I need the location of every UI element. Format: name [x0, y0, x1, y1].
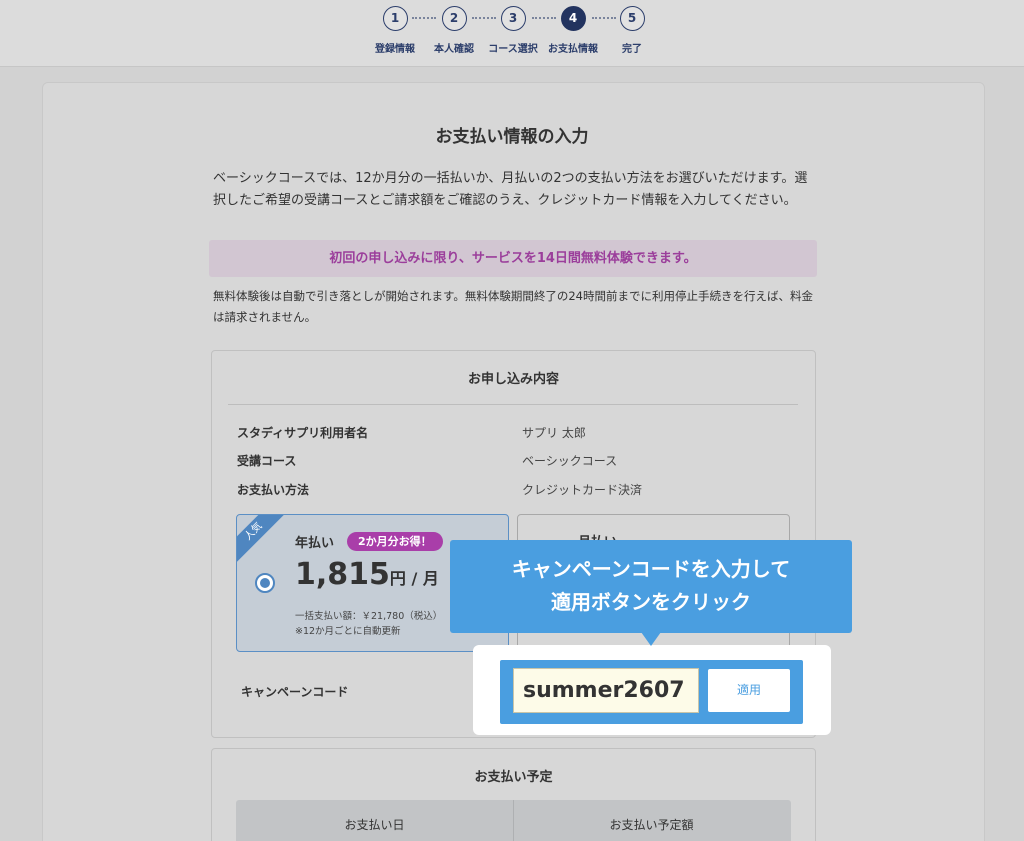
progress-stepper: 1 登録情報 2 本人確認 3 コース選択 4 お支払情報 5 完了 — [0, 0, 1024, 67]
popular-ribbon: 人気 — [237, 515, 293, 571]
apply-button[interactable]: 適用 — [707, 668, 791, 713]
callout-arrow — [641, 632, 661, 646]
campaign-code-label: キャンペーンコード — [241, 685, 349, 699]
course-label: 受講コース — [237, 454, 297, 468]
step-4-number: 4 — [560, 6, 586, 31]
step-5: 5 完了 — [597, 6, 667, 55]
callout-line-1: キャンペーンコードを入力して — [511, 557, 791, 581]
lump-sum-amount: 一括支払い額：￥21,780（税込） — [295, 611, 443, 622]
callout-line-2: 適用ボタンをクリック — [551, 590, 751, 614]
step-5-label: 完了 — [622, 44, 642, 55]
step-2-number: 2 — [441, 6, 467, 31]
discount-badge: 2か月分お得！ — [347, 532, 443, 551]
payment-method-value: クレジットカード決済 — [522, 483, 643, 497]
campaign-code-input[interactable] — [513, 668, 699, 713]
step-5-number: 5 — [619, 6, 645, 31]
free-trial-banner: 初回の申し込みに限り、サービスを14日間無料体験できます。 — [209, 240, 817, 277]
annual-plan-price: 1,815円 / 月 — [295, 557, 439, 592]
price-unit: 円 / 月 — [389, 569, 439, 588]
divider — [228, 404, 798, 405]
free-trial-note: 無料体験後は自動で引き落としが開始されます。無料体験期間終了の24時間前までに利… — [213, 289, 813, 324]
user-name-value: サプリ 太郎 — [522, 426, 586, 440]
course-value: ベーシックコース — [522, 454, 618, 468]
payment-method-label: お支払い方法 — [237, 483, 310, 497]
annual-plan-note: 一括支払い額：￥21,780（税込） ※12か月ごとに自動更新 — [295, 609, 442, 639]
step-1-number: 1 — [382, 6, 408, 31]
step-3-number: 3 — [500, 6, 526, 31]
price-amount: 1,815 — [295, 557, 390, 592]
page-title: お支払い情報の入力 — [435, 127, 589, 147]
payment-amount-header: お支払い予定額 — [609, 818, 694, 832]
instruction-callout: キャンペーンコードを入力して 適用ボタンをクリック — [450, 540, 852, 633]
payment-date-header: お支払い日 — [344, 818, 405, 832]
user-name-label: スタディサプリ利用者名 — [237, 426, 369, 440]
application-summary-title: お申し込み内容 — [467, 372, 559, 387]
annual-plan-name: 年払い — [295, 536, 335, 551]
auto-renew-note: ※12か月ごとに自動更新 — [295, 626, 401, 637]
payment-schedule-title: お支払い予定 — [474, 770, 553, 785]
intro-text: ベーシックコースでは、12か月分の一括払いか、月払いの2つの支払い方法をお選びい… — [213, 171, 808, 208]
annual-plan-radio[interactable] — [255, 573, 275, 593]
